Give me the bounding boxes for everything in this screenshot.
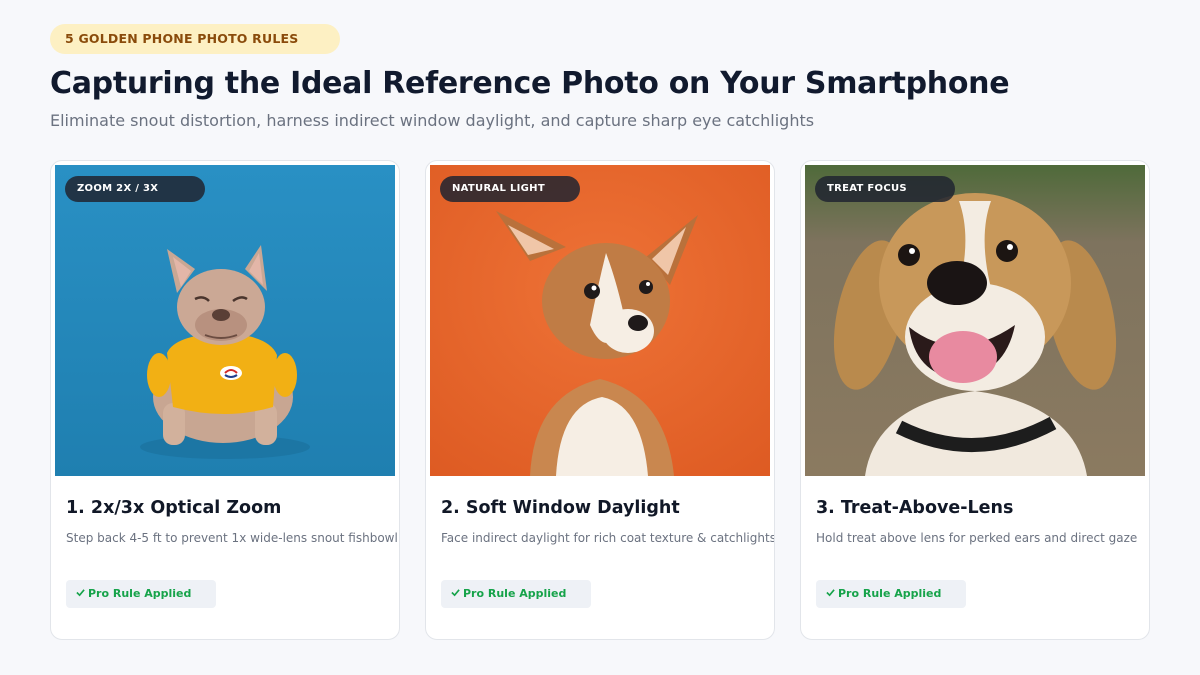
card-title: 2. Soft Window Daylight — [441, 498, 680, 518]
corgi-puppy-photo — [430, 165, 770, 476]
badge-label: Pro Rule Applied — [463, 587, 567, 600]
card-photo — [430, 165, 770, 476]
card-tag: NATURAL LIGHT — [440, 176, 580, 202]
card-description: Face indirect daylight for rich coat tex… — [441, 531, 775, 545]
check-icon — [826, 580, 838, 608]
pro-rule-badge: Pro Rule Applied — [816, 580, 966, 608]
card-tag: TREAT FOCUS — [815, 176, 955, 202]
beagle-photo — [805, 165, 1145, 476]
badge-label: Pro Rule Applied — [88, 587, 192, 600]
card-title: 3. Treat-Above-Lens — [816, 498, 1014, 518]
badge-label: Pro Rule Applied — [838, 587, 942, 600]
card-description: Step back 4-5 ft to prevent 1x wide-lens… — [66, 531, 398, 545]
card-photo — [805, 165, 1145, 476]
card-description: Hold treat above lens for perked ears an… — [816, 531, 1138, 545]
rule-card-treat-above-lens[interactable]: TREAT FOCUS 3. Treat-Above-Lens Hold tre… — [800, 160, 1150, 640]
card-photo — [55, 165, 395, 476]
pro-rule-badge: Pro Rule Applied — [66, 580, 216, 608]
card-tag: ZOOM 2X / 3X — [65, 176, 205, 202]
check-icon — [76, 580, 88, 608]
page-subtitle: Eliminate snout distortion, harness indi… — [50, 111, 815, 130]
page-title: Capturing the Ideal Reference Photo on Y… — [50, 66, 1010, 101]
page: 5 GOLDEN PHONE PHOTO RULES Capturing the… — [0, 0, 1200, 675]
pro-rule-badge: Pro Rule Applied — [441, 580, 591, 608]
eyebrow-badge: 5 GOLDEN PHONE PHOTO RULES — [50, 24, 340, 54]
check-icon — [451, 580, 463, 608]
card-title: 1. 2x/3x Optical Zoom — [66, 498, 282, 518]
french-bulldog-photo — [55, 165, 395, 476]
rule-card-optical-zoom[interactable]: ZOOM 2X / 3X 1. 2x/3x Optical Zoom Step … — [50, 160, 400, 640]
rule-card-window-daylight[interactable]: NATURAL LIGHT 2. Soft Window Daylight Fa… — [425, 160, 775, 640]
